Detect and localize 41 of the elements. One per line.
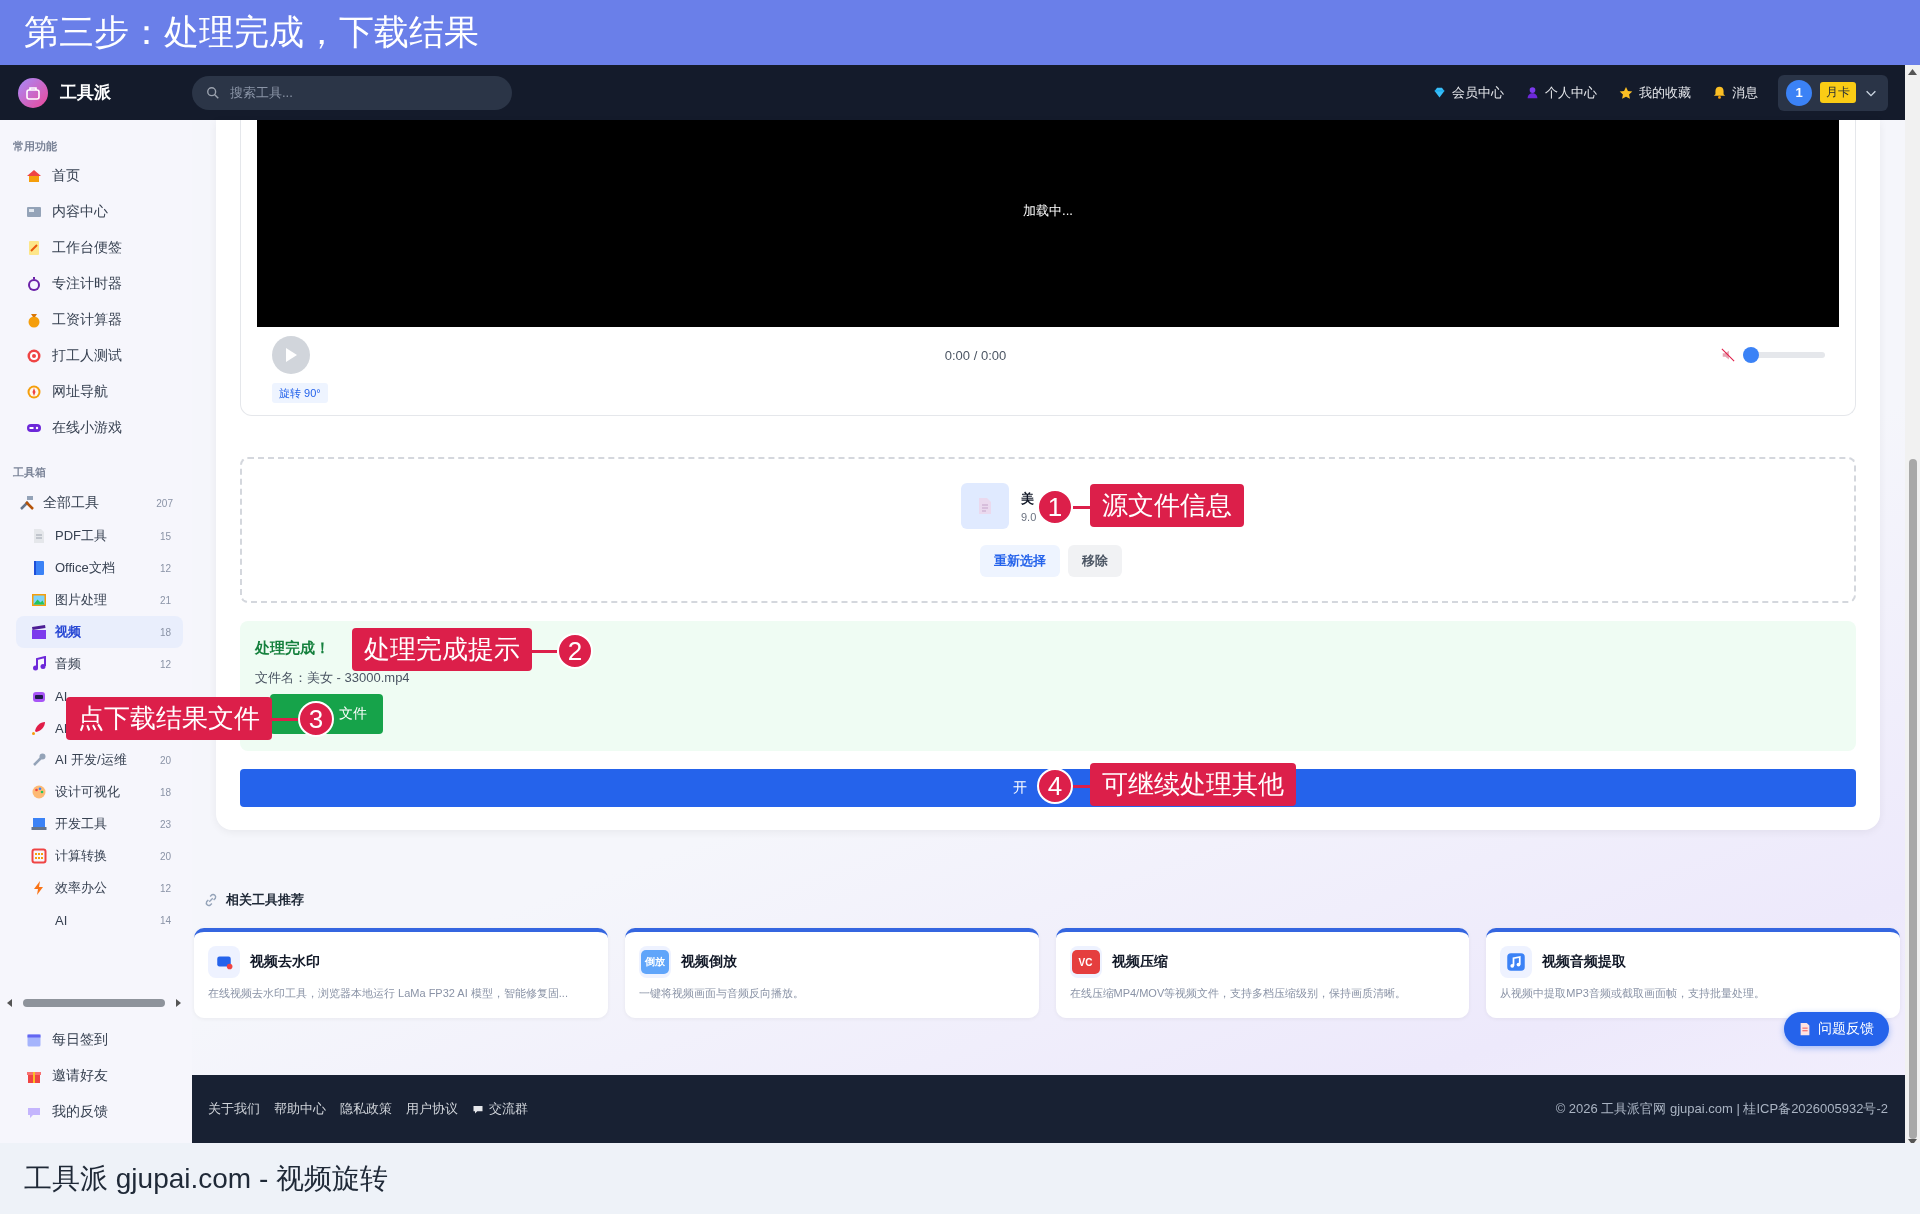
item-count: 15 xyxy=(158,530,172,542)
section-heading: 常用功能 xyxy=(13,139,58,154)
tool-title: 视频倒放 xyxy=(680,953,737,971)
callout-tooltip: 源文件信息 xyxy=(1090,484,1244,527)
item-count: 12 xyxy=(158,562,172,574)
file-size: 9.0 xyxy=(1021,510,1037,523)
tool-description: 在线视频去水印工具，浏览器本地运行 LaMa FP32 AI 模型，智能修复固... xyxy=(208,986,569,1001)
item-count: 14 xyxy=(158,914,172,926)
avatar: 1 xyxy=(1786,79,1812,106)
caption-text: 工具派 gjupai.com - 视频旋转 xyxy=(24,1161,389,1196)
tool-title: 视频压缩 xyxy=(1111,953,1168,971)
item-count: 12 xyxy=(158,658,172,670)
tool-description: 从视频中提取MP3音频或截取画面帧，支持批量处理。 xyxy=(1500,986,1766,1001)
copyright-text: © 2026 工具派官网 gjupai.com | 桂ICP备2026005932号-2 xyxy=(1555,1100,1888,1118)
time-display: 0:00 / 0:00 xyxy=(943,347,1008,363)
item-count: 20 xyxy=(158,754,172,766)
callout-tooltip: 点下载结果文件 xyxy=(66,697,272,740)
membership-badge: 月卡 xyxy=(1820,82,1856,103)
banner-title: 第三步：处理完成，下载结果 xyxy=(24,11,479,53)
item-count: 18 xyxy=(158,626,172,638)
item-count: 12 xyxy=(158,882,172,894)
tool-badge: VC xyxy=(1071,950,1100,974)
callout-tooltip: 可继续处理其他 xyxy=(1090,763,1296,806)
item-count: 18 xyxy=(158,786,172,798)
tool-title: 视频去水印 xyxy=(250,953,320,971)
tool-description: 在线压缩MP4/MOV等视频文件，支持多档压缩级别，保持画质清晰。 xyxy=(1069,986,1408,1001)
callout-tooltip: 处理完成提示 xyxy=(352,628,532,671)
app-name: 工具派 xyxy=(60,82,112,104)
section-heading: 相关工具推荐 xyxy=(226,891,304,909)
tool-badge: 倒放 xyxy=(640,950,669,974)
loading-text: 加载中... xyxy=(1023,201,1073,220)
tool-description: 一键将视频画面与音频反向播放。 xyxy=(638,986,805,1001)
file-name: 美 xyxy=(1021,489,1035,508)
success-title: 处理完成！ xyxy=(255,638,330,658)
result-filename: 文件名：美女 - 33000.mp4 xyxy=(255,669,410,687)
item-count: 23 xyxy=(158,818,172,830)
item-count: 207 xyxy=(155,497,174,509)
item-count: 21 xyxy=(158,594,172,606)
item-count: 20 xyxy=(158,850,172,862)
tool-title: 视频音频提取 xyxy=(1542,953,1627,971)
section-heading: 工具箱 xyxy=(13,465,47,480)
